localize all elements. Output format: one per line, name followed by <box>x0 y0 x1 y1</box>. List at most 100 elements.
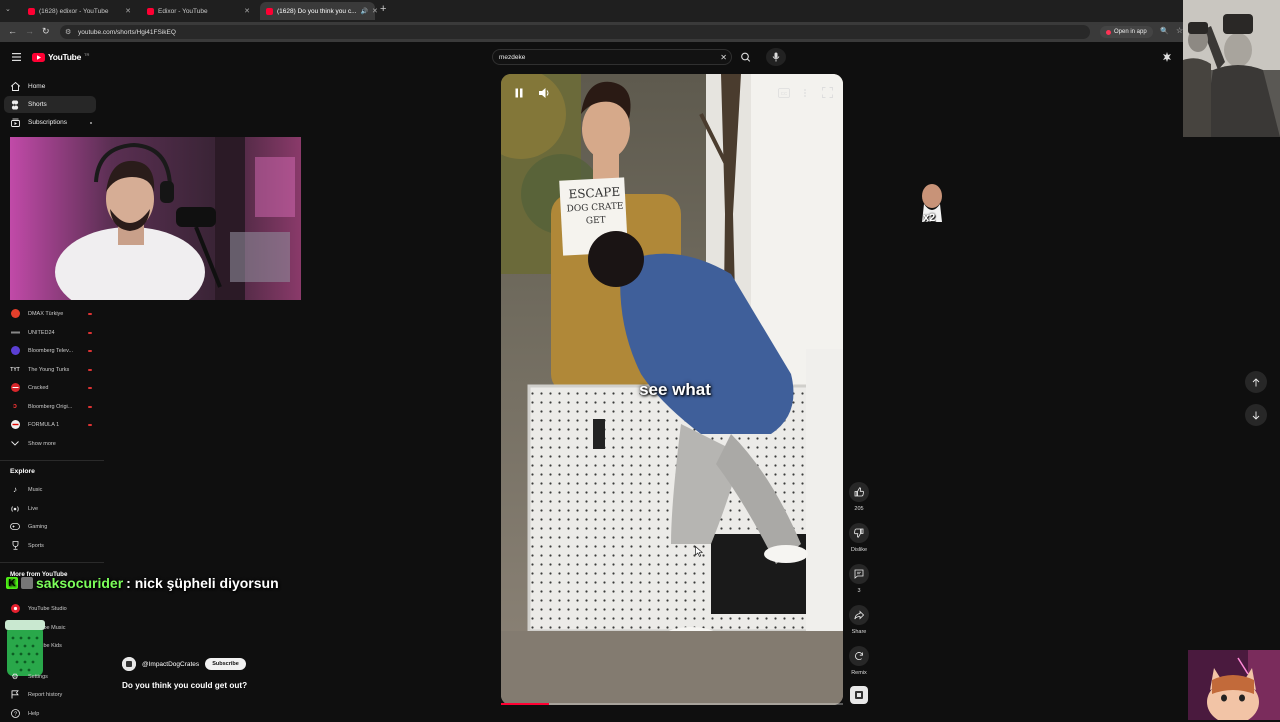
trophy-icon <box>10 541 20 551</box>
close-tab-icon[interactable]: ✕ <box>244 7 250 15</box>
kick-badge-icon: K <box>6 577 18 589</box>
back-icon[interactable]: ← <box>8 26 17 36</box>
share-icon <box>854 610 864 620</box>
open-in-app-button[interactable]: Open in app <box>1100 26 1153 38</box>
forward-icon[interactable]: → <box>25 26 34 36</box>
volume-button[interactable] <box>536 85 552 101</box>
voice-search-button[interactable] <box>766 48 786 66</box>
reaction-emote-overlay: x2 <box>918 182 946 228</box>
svg-text:CC: CC <box>781 91 788 96</box>
remix-icon <box>855 652 863 661</box>
site-info-icon[interactable]: ⚙ <box>65 28 71 36</box>
audio-source-thumbnail[interactable] <box>850 686 868 704</box>
zoom-icon[interactable]: 🔍 <box>1160 27 1169 35</box>
dislike-button[interactable] <box>849 523 869 543</box>
share-button[interactable] <box>849 605 869 625</box>
channel-avatar <box>10 383 20 393</box>
live-indicator-icon <box>88 312 92 315</box>
url-field[interactable]: ⚙ youtube.com/shorts/Hgi41FSikEQ <box>60 25 1090 39</box>
subscribe-button[interactable]: Subscribe <box>205 658 246 670</box>
pause-button[interactable] <box>511 85 527 101</box>
sidebar-subscription-united24[interactable]: UNITED24 <box>0 324 100 341</box>
comment-icon <box>854 569 864 579</box>
close-tab-icon[interactable]: ✕ <box>372 7 378 15</box>
stream-chat-message: K saksocurider : nick şüpheli diyorsun <box>6 575 279 591</box>
captions-icon[interactable]: CC <box>778 88 790 98</box>
channel-avatar <box>10 346 20 356</box>
thumbs-down-icon <box>854 528 864 538</box>
video-sign-text: ESCAPE DOG CRATE GET <box>566 184 624 227</box>
channel-avatar[interactable] <box>122 657 136 671</box>
remix-button[interactable] <box>849 646 869 666</box>
sidebar-subscription-young-turks[interactable]: TYT The Young Turks <box>0 361 100 378</box>
sidebar-subscription-bloomberg-originals[interactable]: ɔ Bloomberg Origi... <box>0 398 100 415</box>
gaming-icon <box>10 522 20 532</box>
comments-button[interactable] <box>849 564 869 584</box>
sidebar-subscription-dmax[interactable]: DMAX Türkiye <box>0 305 100 322</box>
like-button[interactable] <box>849 482 869 502</box>
pause-icon <box>515 88 523 98</box>
music-icon: ♪ <box>13 485 17 494</box>
subscriptions-icon <box>10 118 20 128</box>
sidebar-item-report-history[interactable]: Report history <box>0 686 100 703</box>
sidebar-item-shorts[interactable]: Shorts <box>4 96 96 113</box>
youtube-favicon-icon <box>266 7 273 15</box>
microphone-icon <box>772 52 780 62</box>
sidebar-show-more[interactable]: Show more <box>0 435 100 452</box>
app-dot-icon <box>1106 29 1111 35</box>
browser-tab-1[interactable]: (1628) edixor - YouTube ✕ <box>22 2 137 20</box>
youtube-logo[interactable]: YouTube TR <box>32 52 89 62</box>
sidebar-subscription-bloomberg-tv[interactable]: Bloomberg Telev... <box>0 342 100 359</box>
new-content-dot-icon <box>90 121 92 124</box>
sidebar-item-live[interactable]: Live <box>0 500 100 517</box>
sidebar-subscription-cracked[interactable]: Cracked <box>0 379 100 396</box>
channel-avatar <box>10 420 20 430</box>
sidebar-subscription-formula1[interactable]: FORMULA 1 <box>0 416 100 433</box>
sidebar-item-sports[interactable]: Sports <box>0 537 100 554</box>
reload-icon[interactable]: ↻ <box>42 26 50 37</box>
help-icon: ? <box>10 709 20 719</box>
svg-text:?: ? <box>13 712 16 718</box>
search-button[interactable] <box>737 49 755 65</box>
search-input[interactable]: mezdeke ✕ <box>492 49 732 65</box>
channel-name[interactable]: @ImpactDogCrates <box>142 661 199 668</box>
close-tab-icon[interactable]: ✕ <box>125 7 131 15</box>
live-indicator-icon <box>88 349 92 352</box>
audio-playing-icon[interactable]: 🔊 <box>361 8 368 15</box>
sidebar-item-settings[interactable]: ⚙ Settings <box>0 668 100 685</box>
sidebar-item-youtube-studio[interactable]: YouTube Studio <box>0 600 100 617</box>
comments-count: 3 <box>857 588 861 594</box>
fullscreen-icon[interactable] <box>822 87 833 98</box>
mouse-cursor-icon <box>695 546 703 557</box>
channel-avatar <box>10 328 20 338</box>
sidebar-item-subscriptions[interactable]: Subscriptions <box>0 114 100 131</box>
live-indicator-icon <box>88 405 92 408</box>
chevron-down-icon <box>10 439 20 449</box>
sidebar-item-music[interactable]: ♪ Music <box>0 481 100 498</box>
video-caption: see what <box>639 380 711 399</box>
reaction-multiplier: x2 <box>923 212 936 224</box>
sidebar-item-home[interactable]: Home <box>0 78 100 95</box>
youtube-logo-icon <box>32 52 45 62</box>
create-icon[interactable] <box>1162 52 1172 62</box>
historical-photo-overlay <box>1183 0 1280 137</box>
live-indicator-icon <box>88 368 92 371</box>
sidebar-divider <box>0 460 104 461</box>
video-progress-bar[interactable] <box>501 703 843 705</box>
browser-tab-3-active[interactable]: (1628) Do you think you c... 🔊 ✕ <box>260 2 378 20</box>
menu-icon[interactable] <box>12 53 21 61</box>
new-tab-icon[interactable]: + <box>380 3 386 15</box>
clear-search-icon[interactable]: ✕ <box>720 53 727 62</box>
tab-list-icon[interactable]: ⌄ <box>5 5 15 15</box>
settings-icon: ⚙ <box>11 672 19 681</box>
more-options-icon[interactable] <box>803 88 807 98</box>
short-title: Do you think you could get out? <box>122 681 248 690</box>
browser-tab-2[interactable]: Edixor - YouTube ✕ <box>141 2 256 20</box>
sidebar-item-help[interactable]: ? Help <box>0 705 100 722</box>
live-indicator-icon <box>88 386 92 389</box>
next-short-button[interactable] <box>1245 404 1267 426</box>
live-indicator-icon <box>88 423 92 426</box>
previous-short-button[interactable] <box>1245 371 1267 393</box>
share-label: Share <box>851 629 867 635</box>
sidebar-item-gaming[interactable]: Gaming <box>0 518 100 535</box>
